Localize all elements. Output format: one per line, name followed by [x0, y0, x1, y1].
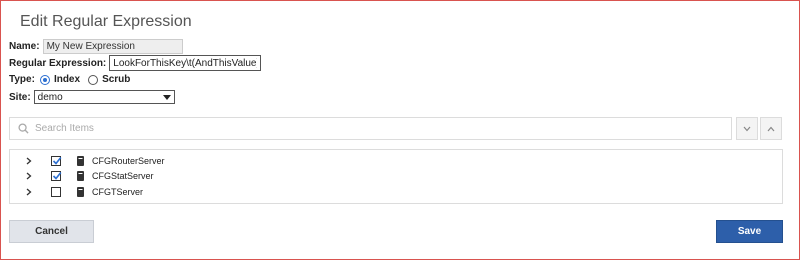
chevron-right-icon[interactable]: [26, 157, 32, 165]
tree-item-checkbox[interactable]: [51, 156, 62, 166]
type-index-radio[interactable]: [39, 74, 50, 85]
chevron-up-icon: [767, 126, 775, 131]
server-tree: CFGRouterServer CFGStatServer CFGTServer: [9, 149, 783, 204]
chevron-right-icon[interactable]: [26, 188, 32, 196]
name-label: Name:: [9, 41, 40, 52]
regex-label: Regular Expression:: [9, 57, 107, 69]
tree-item-label: CFGRouterServer: [92, 156, 165, 166]
save-button[interactable]: Save: [716, 220, 783, 243]
regex-field[interactable]: [109, 55, 262, 71]
type-label: Type:: [9, 74, 35, 85]
tree-item-checkbox[interactable]: [51, 171, 62, 181]
server-icon: [77, 171, 84, 181]
previous-result-button[interactable]: [760, 117, 782, 140]
search-bar[interactable]: Search Items: [9, 117, 732, 140]
chevron-down-icon: [743, 126, 751, 131]
tree-item-label: CFGTServer: [92, 187, 144, 197]
tree-item-label: CFGStatServer: [92, 171, 154, 181]
name-row: Name:: [9, 39, 183, 54]
chevron-down-icon: [162, 94, 171, 100]
cancel-button[interactable]: Cancel: [9, 220, 94, 243]
site-value: demo: [37, 91, 63, 103]
type-row: Type: Index Scrub: [9, 74, 136, 85]
type-index-label[interactable]: Index: [54, 74, 80, 85]
regex-row: Regular Expression:: [9, 55, 262, 71]
type-scrub-radio[interactable]: [88, 74, 99, 85]
search-icon: [18, 123, 29, 134]
chevron-right-icon[interactable]: [26, 172, 32, 180]
name-field[interactable]: [42, 39, 183, 54]
next-result-button[interactable]: [736, 117, 758, 140]
site-row: Site: demo: [9, 90, 175, 104]
server-icon: [77, 187, 84, 197]
checkmark-icon: [52, 157, 62, 165]
site-select[interactable]: demo: [33, 90, 175, 104]
server-icon: [77, 156, 84, 166]
tree-item-checkbox[interactable]: [51, 187, 61, 197]
checkmark-icon: [52, 172, 62, 180]
site-label: Site:: [9, 91, 31, 103]
dialog-title: Edit Regular Expression: [20, 13, 192, 30]
search-input[interactable]: Search Items: [35, 123, 94, 134]
type-scrub-label[interactable]: Scrub: [102, 74, 130, 85]
